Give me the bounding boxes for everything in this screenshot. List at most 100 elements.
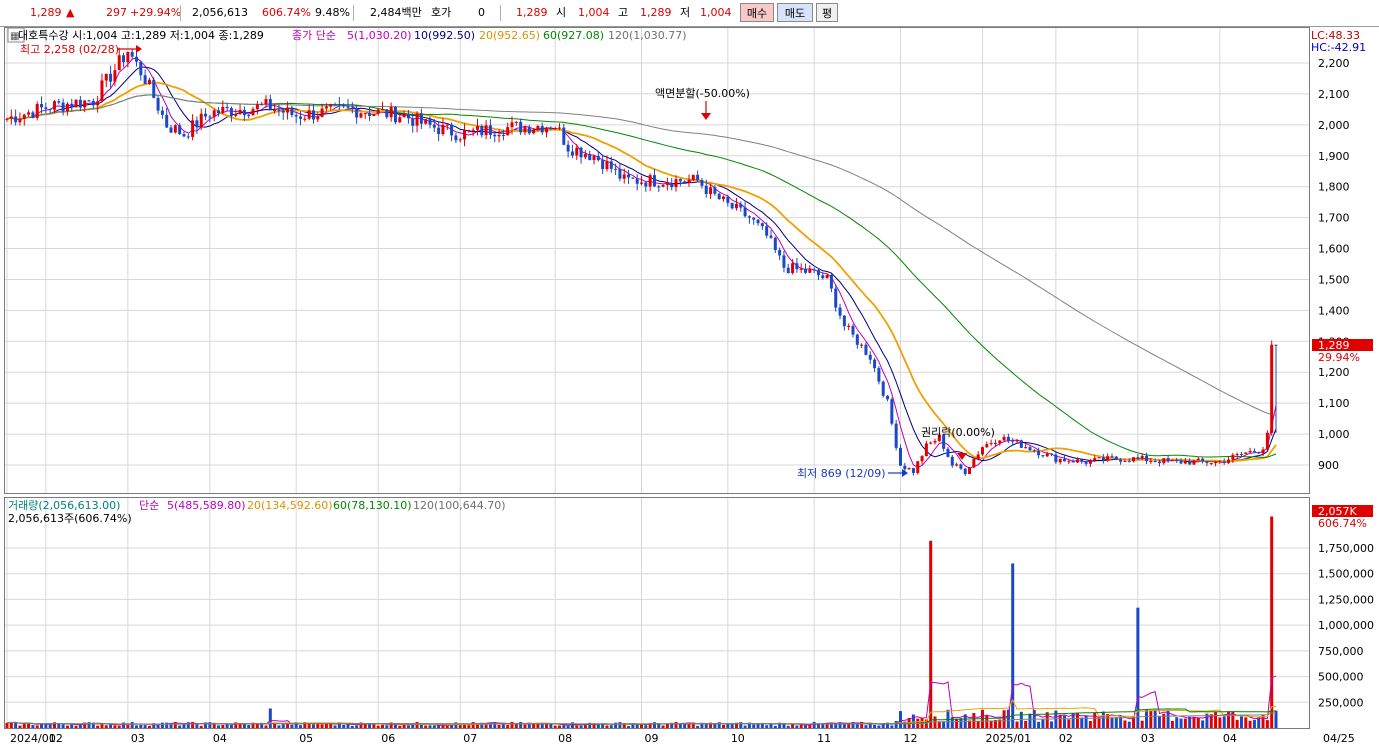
volume-bar xyxy=(299,725,303,728)
volume-bar xyxy=(247,724,251,728)
date-tick-label: 10 xyxy=(731,732,745,745)
date-tick-label: 04 xyxy=(213,732,227,745)
candle-body xyxy=(337,104,341,106)
volume-bar xyxy=(553,725,557,728)
candle-body xyxy=(601,160,605,170)
candle-body xyxy=(665,183,669,185)
avg-button[interactable]: 평 xyxy=(816,3,838,22)
candle-body xyxy=(1257,451,1261,454)
candle-body xyxy=(726,196,730,203)
vol-ma20-legend: 20(134,592.60) xyxy=(247,499,333,512)
price-tick-label: 2,100 xyxy=(1318,88,1350,101)
candle-body xyxy=(152,79,156,98)
candle-body xyxy=(691,174,695,180)
volume-bar xyxy=(1239,715,1243,728)
volume-bar xyxy=(1015,721,1019,728)
candle-body xyxy=(734,203,738,209)
candle-body xyxy=(1114,456,1118,460)
candle-body xyxy=(933,441,937,443)
price-tick-label: 900 xyxy=(1318,459,1339,472)
candle-body xyxy=(1149,461,1153,463)
volume-bar xyxy=(786,725,790,728)
volume-bar xyxy=(87,722,91,728)
volume-bar xyxy=(221,724,225,728)
candle-body xyxy=(35,104,39,118)
candle-body xyxy=(963,468,967,475)
candle-body xyxy=(1054,454,1058,463)
candle-body xyxy=(1153,461,1157,463)
candle-body xyxy=(519,121,523,133)
volume-tick-label: 750,000 xyxy=(1318,645,1364,658)
volume-bar xyxy=(1097,718,1101,728)
candle-body xyxy=(83,100,87,108)
candle-body xyxy=(402,114,406,118)
candle-body xyxy=(290,107,294,116)
volume-bar xyxy=(1028,713,1032,728)
volume-bar xyxy=(713,723,717,728)
open-label: 시 xyxy=(556,6,567,19)
volume-bar xyxy=(350,725,354,728)
date-tick-label: 03 xyxy=(131,732,145,745)
candle-body xyxy=(424,119,428,124)
volume-bar xyxy=(117,725,121,728)
candle-body xyxy=(52,101,56,110)
volume-bar xyxy=(398,725,402,728)
candle-body xyxy=(536,126,540,130)
volume-bar xyxy=(652,722,656,728)
volume-bar xyxy=(160,722,164,728)
volume-bar xyxy=(320,724,324,728)
sell-button[interactable]: 매도 xyxy=(777,3,813,22)
candle-body xyxy=(1050,453,1054,455)
candle-body xyxy=(1261,449,1265,454)
candle-body xyxy=(113,70,117,82)
volume-bar xyxy=(1041,719,1045,728)
candle-body xyxy=(622,174,626,179)
volume-bar xyxy=(268,708,272,728)
candle-body xyxy=(299,116,303,119)
volume-bar xyxy=(316,723,320,728)
candle-body xyxy=(1265,432,1269,450)
buy-button[interactable]: 매수 xyxy=(740,3,774,22)
volume-bar xyxy=(428,725,432,728)
volume-bar xyxy=(618,722,622,728)
volume-bar xyxy=(229,724,233,728)
candle-body xyxy=(722,196,726,200)
candle-body xyxy=(652,175,656,187)
candle-body xyxy=(415,113,419,126)
candle-body xyxy=(532,129,536,134)
high-arrow-icon xyxy=(136,45,142,53)
candle-body xyxy=(238,109,242,114)
volume-bar xyxy=(627,725,631,728)
rights-annotation: 권리락(0.00%) xyxy=(921,426,995,439)
candle-body xyxy=(907,468,911,470)
candle-body xyxy=(527,126,531,134)
volume-bar xyxy=(311,724,315,728)
candle-body xyxy=(950,456,954,466)
candle-body xyxy=(1222,461,1226,464)
volume-bar xyxy=(1235,719,1239,728)
volume-bar xyxy=(674,721,678,728)
volume-bar xyxy=(1002,710,1006,728)
volume-bar xyxy=(510,721,514,728)
candle-body xyxy=(860,344,864,346)
candle-body xyxy=(557,127,561,129)
candle-body xyxy=(307,110,311,119)
volume-tick-label: 500,000 xyxy=(1318,671,1364,684)
candle-body xyxy=(1028,447,1032,451)
candle-body xyxy=(368,113,372,116)
candle-body xyxy=(204,113,208,117)
candle-body xyxy=(182,134,186,137)
candle-body xyxy=(389,106,393,118)
low-label: 저 xyxy=(680,6,691,19)
candle-body xyxy=(1045,453,1049,457)
candle-body xyxy=(1110,456,1114,458)
volume-bar xyxy=(217,725,220,728)
price-tick-label: 1,200 xyxy=(1318,366,1350,379)
candle-body xyxy=(87,100,91,102)
candle-body xyxy=(1214,461,1218,464)
candle-body xyxy=(186,136,190,138)
candle-body xyxy=(324,106,328,109)
volume-bar xyxy=(657,723,661,728)
volume-bar xyxy=(147,725,151,728)
candle-body xyxy=(1093,458,1097,461)
